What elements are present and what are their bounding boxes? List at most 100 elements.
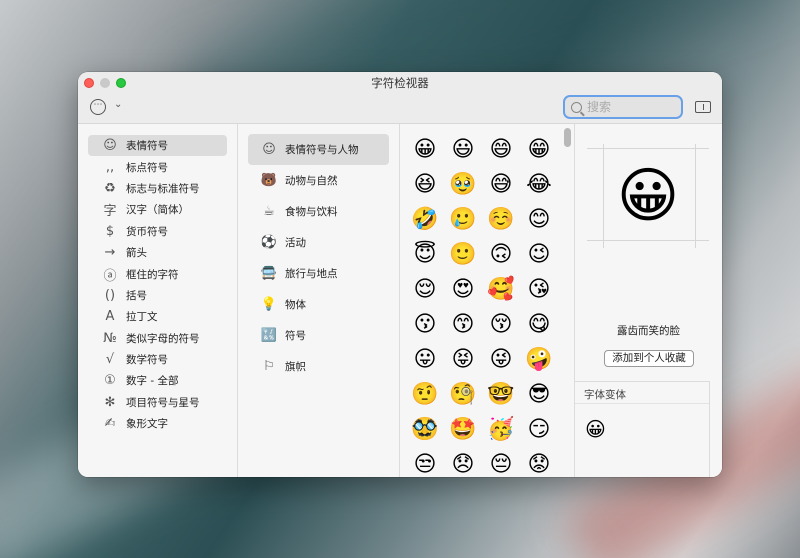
category-item[interactable]: ✍ 象形文字 [88, 413, 227, 434]
category-icon: ① [104, 373, 116, 389]
emoji-cell[interactable]: 😋 [520, 307, 558, 342]
emoji-cell[interactable]: 😙 [444, 307, 482, 342]
subcategory-icon: 🔣 [260, 328, 278, 343]
emoji-cell[interactable]: 😃 [444, 132, 482, 167]
subcategory-item[interactable]: 🚍 旅行与地点 [248, 258, 389, 289]
subcategory-item[interactable]: ☕ 食物与饮料 [248, 196, 389, 227]
category-icon: № [103, 330, 117, 346]
emoji-cell[interactable]: 🤪 [520, 342, 558, 377]
emoji-cell[interactable]: 🥰 [482, 272, 520, 307]
category-item[interactable]: № 类似字母的符号 [88, 328, 227, 349]
emoji-cell[interactable]: 🤩 [444, 412, 482, 447]
category-label: 类似字母的符号 [126, 332, 200, 345]
emoji-grid-pane: 😀 😃 😄 😁 😆 🥹 😅 😂 🤣 🥲 ☺️ 😊 😇 🙂 🙃 😉 😌 😍 🥰 😘 😗 😙 😚 😋 😛 😝 😜 🤪 🤨 🧐 🤓 😎 🥸 🤩 🥳 😏 😒 😞 😔… [400, 124, 575, 477]
search-field[interactable] [563, 95, 683, 119]
search-input[interactable] [587, 100, 667, 114]
category-item[interactable]: $ 货币符号 [88, 221, 227, 242]
more-options-icon[interactable]: ⋯ [90, 99, 106, 115]
category-item[interactable]: ♻ 标志与标准符号 [88, 178, 227, 199]
font-variant-item[interactable]: 😀 [585, 417, 606, 441]
emoji-cell[interactable]: 🥲 [444, 202, 482, 237]
emoji-cell[interactable]: 🤓 [482, 377, 520, 412]
emoji-cell[interactable]: 🤨 [406, 377, 444, 412]
category-icon: ☺ [103, 138, 117, 154]
subcategory-item[interactable]: ⚐ 旗帜 [248, 351, 389, 382]
emoji-cell[interactable]: 😂 [520, 167, 558, 202]
subcategory-item[interactable]: ☺ 表情符号与人物 [248, 134, 389, 165]
divider [709, 381, 710, 477]
category-icon: ⓐ [103, 268, 117, 284]
category-item[interactable]: ① 数字 - 全部 [88, 370, 227, 391]
toggle-sidebar-icon[interactable] [695, 101, 711, 113]
category-label: 箭头 [126, 247, 147, 260]
subcategory-icon: ⚽ [260, 235, 278, 250]
emoji-cell[interactable]: 😇 [406, 237, 444, 272]
emoji-cell[interactable]: ☺️ [482, 202, 520, 237]
emoji-cell[interactable]: 😉 [520, 237, 558, 272]
category-item[interactable]: ☺ 表情符号 [88, 135, 227, 157]
add-to-favorites-button[interactable]: 添加到个人收藏 [604, 350, 694, 367]
subcategory-item[interactable]: 💡 物体 [248, 289, 389, 320]
emoji-cell[interactable]: 😔 [482, 447, 520, 477]
emoji-cell[interactable]: 🧐 [444, 377, 482, 412]
subcategory-label: 表情符号与人物 [285, 144, 359, 156]
category-item[interactable]: ⓐ 框住的字符 [88, 263, 227, 284]
emoji-cell[interactable]: 😞 [444, 447, 482, 477]
emoji-cell[interactable]: 😌 [406, 272, 444, 307]
subcategory-icon: 💡 [260, 297, 278, 312]
category-label: 汉字（简体） [126, 204, 189, 217]
emoji-cell[interactable]: 😀 [406, 132, 444, 167]
subcategory-icon: ☺ [262, 142, 276, 157]
emoji-cell[interactable]: 😎 [520, 377, 558, 412]
emoji-cell[interactable]: 🥳 [482, 412, 520, 447]
category-item[interactable]: () 括号 [88, 285, 227, 306]
subcategory-item[interactable]: ⚽ 活动 [248, 227, 389, 258]
emoji-cell[interactable]: 🙂 [444, 237, 482, 272]
emoji-cell[interactable]: 😛 [406, 342, 444, 377]
emoji-cell[interactable]: 😚 [482, 307, 520, 342]
category-item[interactable]: ,, 标点符号 [88, 156, 227, 177]
emoji-cell[interactable]: 😒 [406, 447, 444, 477]
emoji-cell[interactable]: 😘 [520, 272, 558, 307]
category-item[interactable]: √ 数学符号 [88, 349, 227, 370]
emoji-cell[interactable]: 😄 [482, 132, 520, 167]
subcategory-item[interactable]: 🔣 符号 [248, 320, 389, 351]
category-icon: ♻ [104, 180, 116, 196]
emoji-cell[interactable]: 😆 [406, 167, 444, 202]
category-icon: ✍ [104, 416, 116, 432]
emoji-cell[interactable]: 😗 [406, 307, 444, 342]
emoji-cell[interactable]: 😅 [482, 167, 520, 202]
category-icon: ,, [105, 159, 115, 175]
emoji-cell[interactable]: 😏 [520, 412, 558, 447]
emoji-cell[interactable]: 🥹 [444, 167, 482, 202]
category-label: 数字 - 全部 [126, 375, 179, 388]
emoji-cell[interactable]: 🙃 [482, 237, 520, 272]
category-item[interactable]: ✻ 项目符号与星号 [88, 392, 227, 413]
subcategory-icon: 🚍 [260, 266, 278, 281]
category-icon: $ [105, 223, 115, 239]
scrollbar[interactable] [564, 128, 571, 147]
emoji-cell[interactable]: 😜 [482, 342, 520, 377]
chevron-down-icon[interactable]: ⌄ [114, 99, 122, 110]
emoji-cell[interactable]: 😁 [520, 132, 558, 167]
emoji-cell[interactable]: 😝 [444, 342, 482, 377]
subcategory-item[interactable]: 🐻 动物与自然 [248, 165, 389, 196]
subcategory-label: 旗帜 [285, 361, 306, 373]
emoji-cell[interactable]: 🤣 [406, 202, 444, 237]
subcategory-label: 符号 [285, 330, 306, 342]
category-label: 括号 [126, 289, 147, 302]
category-item[interactable]: 字汉字（简体） [88, 199, 227, 220]
subcategory-icon: ☕ [263, 204, 275, 219]
emoji-cell[interactable]: 🥸 [406, 412, 444, 447]
emoji-cell[interactable]: 😊 [520, 202, 558, 237]
subcategory-label: 物体 [285, 299, 306, 311]
font-variants-label: 字体变体 [584, 389, 626, 401]
category-icon: → [104, 245, 116, 261]
window-title: 字符检视器 [371, 76, 429, 90]
subcategory-label: 旅行与地点 [285, 268, 338, 280]
emoji-cell[interactable]: 😟 [520, 447, 558, 477]
category-item[interactable]: A 拉丁文 [88, 306, 227, 327]
category-item[interactable]: → 箭头 [88, 242, 227, 263]
category-label: 标志与标准符号 [126, 182, 200, 195]
emoji-cell[interactable]: 😍 [444, 272, 482, 307]
